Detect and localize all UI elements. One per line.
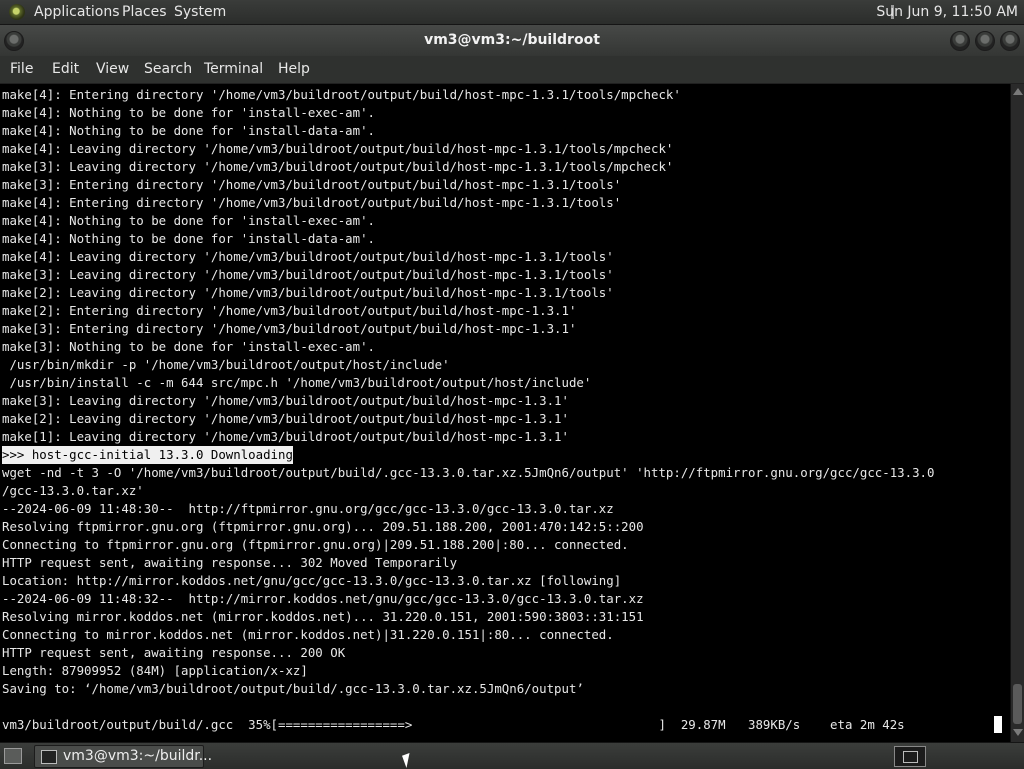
maximize-icon[interactable] xyxy=(975,31,995,51)
terminal-line: Connecting to mirror.koddos.net (mirror.… xyxy=(2,627,614,642)
window-title: vm3@vm3:~/buildroot xyxy=(424,32,600,48)
menu-file[interactable]: File xyxy=(10,56,33,83)
scroll-up-icon[interactable] xyxy=(1013,88,1023,95)
terminal-line: make[4]: Entering directory '/home/vm3/b… xyxy=(2,195,622,210)
terminal-line: make[4]: Leaving directory '/home/vm3/bu… xyxy=(2,141,674,156)
terminal-icon xyxy=(41,750,57,764)
terminal-line: make[3]: Leaving directory '/home/vm3/bu… xyxy=(2,267,614,282)
terminal-line: --2024-06-09 11:48:32-- http://mirror.ko… xyxy=(2,591,644,606)
terminal-line: make[2]: Leaving directory '/home/vm3/bu… xyxy=(2,411,569,426)
minimize-icon[interactable] xyxy=(950,31,970,51)
menu-help[interactable]: Help xyxy=(278,56,310,83)
terminal-line: make[3]: Leaving directory '/home/vm3/bu… xyxy=(2,159,674,174)
workspace-window-icon xyxy=(903,751,918,763)
panel-menu-places[interactable]: Places xyxy=(122,0,167,24)
top-panel: Applications Places System Sun Jun 9, 11… xyxy=(0,0,1024,25)
terminal-line: make[3]: Nothing to be done for 'install… xyxy=(2,339,375,354)
panel-menu-system[interactable]: System xyxy=(174,0,226,24)
menu-view[interactable]: View xyxy=(96,56,129,83)
window-titlebar[interactable]: vm3@vm3:~/buildroot xyxy=(0,25,1024,56)
terminal-line: HTTP request sent, awaiting response... … xyxy=(2,555,458,570)
terminal-line: wget -nd -t 3 -O '/home/vm3/buildroot/ou… xyxy=(2,465,935,480)
terminal-line: /usr/bin/install -c -m 644 src/mpc.h '/h… xyxy=(2,375,592,390)
terminal-line: make[4]: Leaving directory '/home/vm3/bu… xyxy=(2,249,614,264)
menu-search[interactable]: Search xyxy=(144,56,192,83)
taskbar-window-label: vm3@vm3:~/buildr... xyxy=(63,748,213,764)
panel-menu-applications[interactable]: Applications xyxy=(34,0,120,24)
panel-clock[interactable]: Sun Jun 9, 11:50 AM xyxy=(876,0,1024,24)
terminal-line: Connecting to ftpmirror.gnu.org (ftpmirr… xyxy=(2,537,629,552)
terminal-line: make[4]: Entering directory '/home/vm3/b… xyxy=(2,87,681,102)
close-icon[interactable] xyxy=(1000,31,1020,51)
workspace-switcher[interactable] xyxy=(894,746,926,767)
terminal-line: Saving to: ‘/home/vm3/buildroot/output/b… xyxy=(2,681,584,696)
terminal-line: make[4]: Nothing to be done for 'install… xyxy=(2,231,375,246)
menu-terminal[interactable]: Terminal xyxy=(204,56,263,83)
terminal-line: /gcc-13.3.0.tar.xz' xyxy=(2,483,144,498)
terminal-line: make[3]: Leaving directory '/home/vm3/bu… xyxy=(2,393,569,408)
terminal-line: Resolving mirror.koddos.net (mirror.kodd… xyxy=(2,609,644,624)
terminal-scrollbar[interactable] xyxy=(1010,84,1024,742)
terminal-line: Location: http://mirror.koddos.net/gnu/g… xyxy=(2,573,622,588)
terminal-line: >>> host-gcc-initial 13.3.0 Downloading xyxy=(2,446,293,464)
terminal-line: /usr/bin/mkdir -p '/home/vm3/buildroot/o… xyxy=(2,357,450,372)
terminal-line: make[2]: Entering directory '/home/vm3/b… xyxy=(2,303,577,318)
terminal-line: make[4]: Nothing to be done for 'install… xyxy=(2,213,375,228)
terminal-line: make[3]: Entering directory '/home/vm3/b… xyxy=(2,177,622,192)
terminal-line: make[2]: Leaving directory '/home/vm3/bu… xyxy=(2,285,614,300)
menubar: File Edit View Search Terminal Help xyxy=(0,56,1024,84)
taskbar-window-button[interactable]: vm3@vm3:~/buildr... xyxy=(34,745,212,768)
scroll-thumb[interactable] xyxy=(1013,684,1022,724)
terminal-line: --2024-06-09 11:48:30-- http://ftpmirror… xyxy=(2,501,614,516)
terminal-line: make[3]: Entering directory '/home/vm3/b… xyxy=(2,321,577,336)
terminal-line: make[4]: Nothing to be done for 'install… xyxy=(2,105,375,120)
distro-logo-icon[interactable] xyxy=(9,4,25,20)
terminal-output[interactable]: make[4]: Entering directory '/home/vm3/b… xyxy=(0,84,1010,742)
menu-edit[interactable]: Edit xyxy=(52,56,79,83)
show-desktop-icon[interactable] xyxy=(4,748,22,764)
terminal-line: Resolving ftpmirror.gnu.org (ftpmirror.g… xyxy=(2,519,644,534)
terminal-line: Length: 87909952 (84M) [application/x-xz… xyxy=(2,663,308,678)
bottom-taskbar: vm3@vm3:~/buildr... xyxy=(0,742,1024,769)
terminal-cursor xyxy=(994,716,1002,733)
terminal-line: HTTP request sent, awaiting response... … xyxy=(2,645,346,660)
terminal-line: make[1]: Leaving directory '/home/vm3/bu… xyxy=(2,429,569,444)
scroll-down-icon[interactable] xyxy=(1013,729,1023,736)
terminal-line: make[4]: Nothing to be done for 'install… xyxy=(2,123,375,138)
terminal-line: vm3/buildroot/output/build/.gcc 35%[====… xyxy=(2,717,920,732)
